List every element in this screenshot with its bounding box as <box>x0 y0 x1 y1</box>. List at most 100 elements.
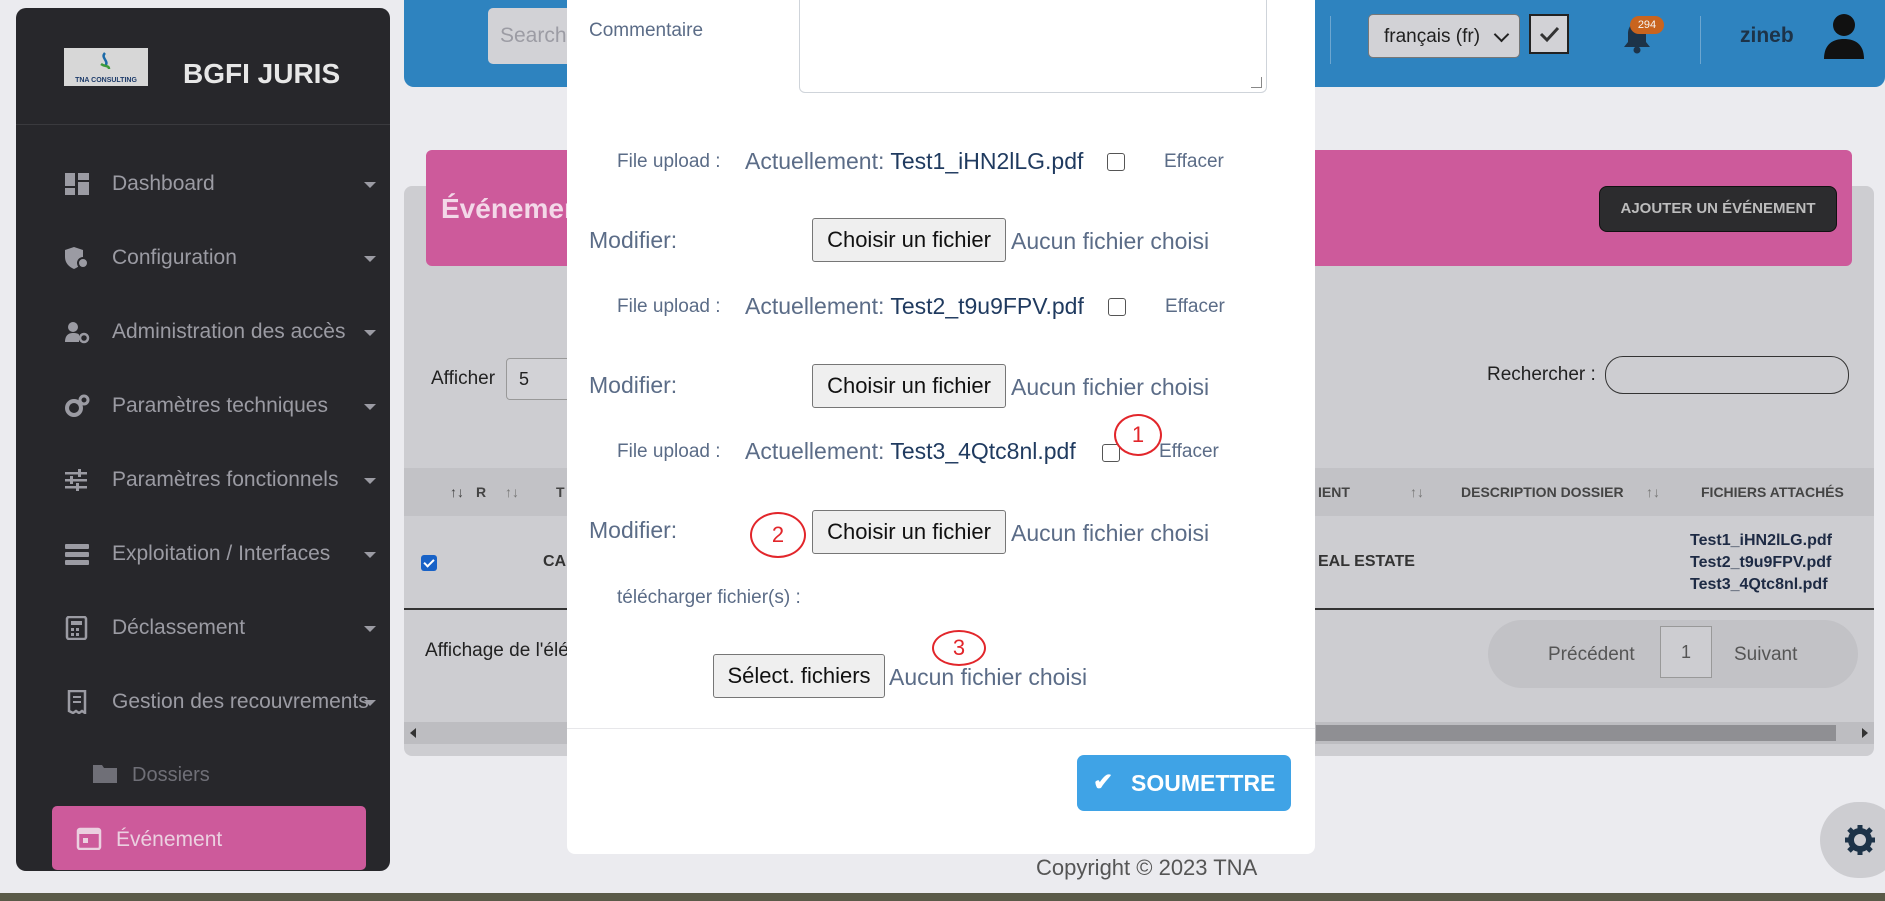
user-avatar-icon[interactable] <box>1823 12 1865 60</box>
sidebar-item-dossiers[interactable]: Dossiers <box>76 754 376 794</box>
caret-down-icon <box>364 182 376 188</box>
column-header[interactable]: FICHIERS ATTACHÉS <box>1701 484 1844 500</box>
current-file: Actuellement: Test2_t9u9FPV.pdf <box>745 293 1084 319</box>
scrollbar-thumb[interactable] <box>1316 725 1836 741</box>
sidebar-item-label: Exploitation / Interfaces <box>112 542 331 565</box>
sidebar-item-label: Événement <box>116 828 223 851</box>
logo: TNA CONSULTING <box>64 48 148 86</box>
add-event-button[interactable]: AJOUTER UN ÉVÉNEMENT <box>1599 186 1837 232</box>
sidebar-item-evenement[interactable]: Événement <box>52 806 366 870</box>
resize-handle-icon[interactable] <box>1251 77 1262 88</box>
column-header[interactable]: IENT <box>1318 484 1350 500</box>
logo-text: TNA CONSULTING <box>75 77 137 84</box>
choose-file-button[interactable]: Choisir un fichier <box>812 364 1006 408</box>
user-name[interactable]: zineb <box>1740 24 1794 48</box>
clear-label[interactable]: Effacer <box>1159 441 1219 463</box>
sidebar-item-label: Administration des accès <box>112 320 346 343</box>
caret-down-icon <box>364 256 376 262</box>
sidebar: TNA CONSULTING BGFI JURIS Dashboard Conf… <box>16 8 390 871</box>
column-header[interactable]: T <box>556 484 565 500</box>
notification-badge: 294 <box>1630 16 1664 34</box>
clear-checkbox[interactable] <box>1107 153 1125 171</box>
sidebar-item-exploitation[interactable]: Exploitation / Interfaces <box>16 524 390 580</box>
sidebar-item-label: Dossiers <box>132 764 210 786</box>
gear-icon <box>1845 825 1875 855</box>
receipt-icon <box>67 690 87 714</box>
calculator-icon <box>65 616 88 640</box>
file-upload-label: File upload : <box>617 151 721 172</box>
table-cell: EAL ESTATE <box>1318 553 1415 570</box>
no-file-text: Aucun fichier choisi <box>1011 520 1210 546</box>
brand-name: BGFI JURIS <box>183 58 341 89</box>
scroll-right-icon[interactable] <box>1862 728 1868 738</box>
sidebar-item-label: Paramètres techniques <box>112 394 328 417</box>
show-label: Afficher <box>431 368 496 389</box>
sidebar-item-gestion-recouvrements[interactable]: Gestion des recouvrements <box>16 672 390 728</box>
sort-icon[interactable]: ↑↓ <box>1646 484 1660 500</box>
scroll-left-icon[interactable] <box>410 728 416 738</box>
current-file-link[interactable]: Test1_iHN2lLG.pdf <box>890 148 1083 174</box>
clear-checkbox[interactable] <box>1108 298 1126 316</box>
sidebar-item-dashboard[interactable]: Dashboard <box>16 154 390 210</box>
divider <box>1330 16 1331 64</box>
column-header[interactable]: DESCRIPTION DOSSIER <box>1461 484 1624 500</box>
attached-file-link[interactable]: Test1_iHN2lLG.pdf <box>1690 530 1832 552</box>
sort-icon[interactable]: ↑↓ <box>505 484 519 500</box>
file-upload-label: File upload : <box>617 441 721 462</box>
modal-footer-divider <box>567 728 1315 729</box>
page-number-button[interactable]: 1 <box>1660 626 1712 678</box>
language-select[interactable]: français (fr) <box>1368 14 1520 58</box>
edit-event-modal: Commentaire File upload : Actuellement: … <box>567 0 1315 854</box>
annotation-marker: 3 <box>932 630 986 666</box>
server-icon <box>65 544 89 565</box>
sidebar-item-label: Configuration <box>112 246 237 269</box>
previous-page-button[interactable]: Précédent <box>1548 644 1635 666</box>
comment-label: Commentaire <box>589 20 704 41</box>
table-info: Affichage de l'élé <box>425 640 569 661</box>
submit-button[interactable]: ✔ SOUMETTRE <box>1077 755 1291 811</box>
current-file: Actuellement: Test1_iHN2lLG.pdf <box>745 148 1084 174</box>
sidebar-item-label: Paramètres fonctionnels <box>112 468 339 491</box>
clear-label[interactable]: Effacer <box>1165 296 1225 318</box>
check-icon: ✔ <box>1093 769 1114 796</box>
submit-label: SOUMETTRE <box>1131 770 1276 796</box>
sliders-icon <box>65 469 87 491</box>
table-cell: CA <box>543 553 567 570</box>
chevron-down-icon <box>1493 26 1510 43</box>
sidebar-item-parametres-fonctionnels[interactable]: Paramètres fonctionnels <box>16 450 390 506</box>
copyright: Copyright © 2023 TNA <box>1036 855 1258 880</box>
no-file-text: Aucun fichier choisi <box>1011 374 1210 400</box>
sidebar-item-declassement[interactable]: Déclassement <box>16 598 390 654</box>
modify-label: Modifier: <box>589 372 678 398</box>
search-placeholder: Search <box>500 24 567 47</box>
next-page-button[interactable]: Suivant <box>1734 644 1797 666</box>
attached-files-cell: Test1_iHN2lLG.pdf Test2_t9u9FPV.pdf Test… <box>1690 530 1832 596</box>
toggle-checkbox[interactable] <box>1529 14 1569 54</box>
select-files-button[interactable]: Sélect. fichiers <box>713 654 885 698</box>
attached-file-link[interactable]: Test2_t9u9FPV.pdf <box>1690 552 1832 574</box>
clear-label[interactable]: Effacer <box>1164 151 1224 173</box>
file-upload-label: File upload : <box>617 296 721 317</box>
page-size-value: 5 <box>519 369 530 389</box>
current-file-link[interactable]: Test2_t9u9FPV.pdf <box>890 293 1084 319</box>
check-icon <box>1539 26 1560 43</box>
table-search-input[interactable] <box>1605 356 1849 394</box>
sidebar-item-parametres-techniques[interactable]: Paramètres techniques <box>16 376 390 432</box>
choose-file-button[interactable]: Choisir un fichier <box>812 218 1006 262</box>
sort-icon[interactable]: ↑↓ <box>450 484 464 500</box>
user-gear-icon <box>65 322 90 344</box>
sort-icon[interactable]: ↑↓ <box>1410 484 1424 500</box>
settings-fab[interactable] <box>1820 802 1885 878</box>
comment-textarea[interactable] <box>799 0 1267 93</box>
column-header[interactable]: R <box>476 484 486 500</box>
row-checkbox[interactable] <box>421 555 437 571</box>
caret-down-icon <box>364 552 376 558</box>
current-file-link[interactable]: Test3_4Qtc8nl.pdf <box>890 438 1075 464</box>
sidebar-item-configuration[interactable]: Configuration <box>16 228 390 284</box>
sidebar-item-administration[interactable]: Administration des accès <box>16 302 390 358</box>
divider <box>1700 16 1701 64</box>
dashboard-icon <box>65 173 89 195</box>
choose-file-button[interactable]: Choisir un fichier <box>812 510 1006 554</box>
attached-file-link[interactable]: Test3_4Qtc8nl.pdf <box>1690 574 1832 596</box>
language-value: français (fr) <box>1384 26 1481 47</box>
